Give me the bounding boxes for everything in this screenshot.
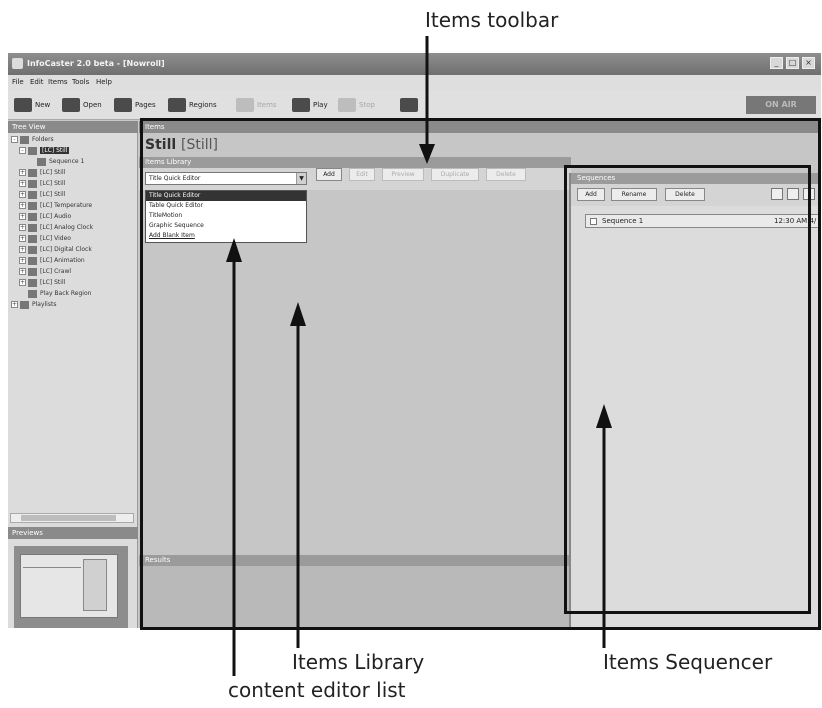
arrow-head-down (419, 144, 435, 164)
callout-items-toolbar: Items toolbar (425, 8, 559, 32)
arrow-head-up (290, 302, 306, 326)
callout-items-sequencer: Items Sequencer (603, 650, 773, 674)
callout-content-editor-list: content editor list (228, 678, 406, 702)
arrow-head-up (226, 238, 242, 262)
callout-items-library: Items Library (292, 650, 425, 674)
callout-arrows (226, 36, 612, 676)
arrow-head-up (596, 404, 612, 428)
